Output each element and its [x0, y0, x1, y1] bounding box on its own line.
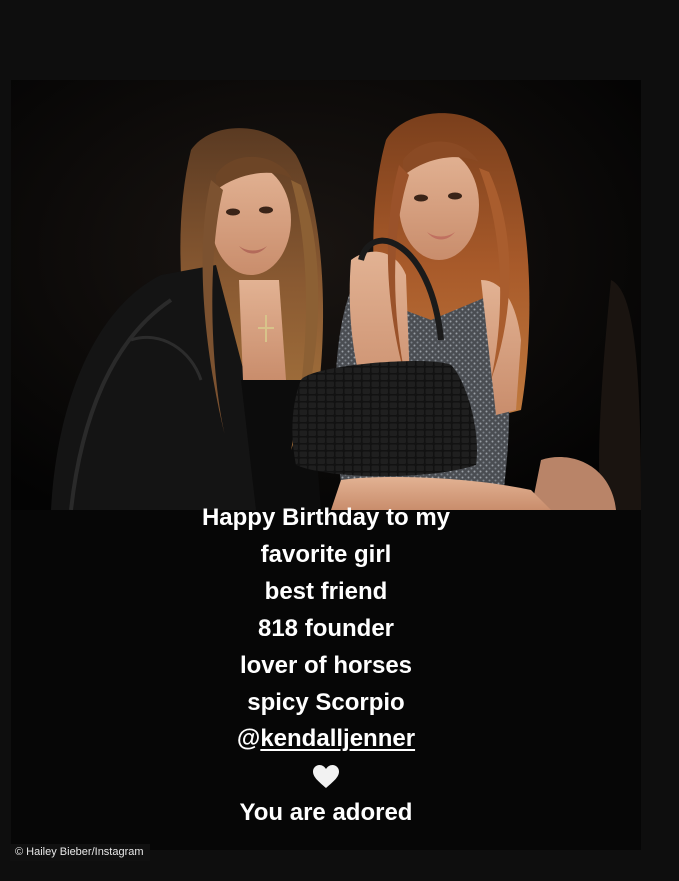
caption-line: Happy Birthday to my [201, 504, 451, 531]
caption-line: lover of horses [239, 651, 413, 679]
caption-line: best friend [264, 577, 388, 605]
caption-line: You are adored [239, 799, 413, 827]
mention-link[interactable]: kendalljenner [260, 725, 415, 752]
story-photo [11, 80, 641, 510]
photo-credit: © Hailey Bieber/Instagram [10, 844, 150, 861]
caption-line: spicy Scorpio [247, 688, 405, 716]
caption-line: favorite girl [260, 540, 392, 568]
caption-line: 818 founder [257, 614, 395, 642]
photo-illustration [11, 80, 641, 510]
mention-line: @kendalljenner [0, 721, 652, 758]
heart-line [0, 758, 652, 795]
story-caption: Happy Birthday to my favorite girl best … [0, 500, 652, 832]
white-heart-icon [313, 765, 339, 788]
mention-at-sign: @ [236, 725, 261, 753]
